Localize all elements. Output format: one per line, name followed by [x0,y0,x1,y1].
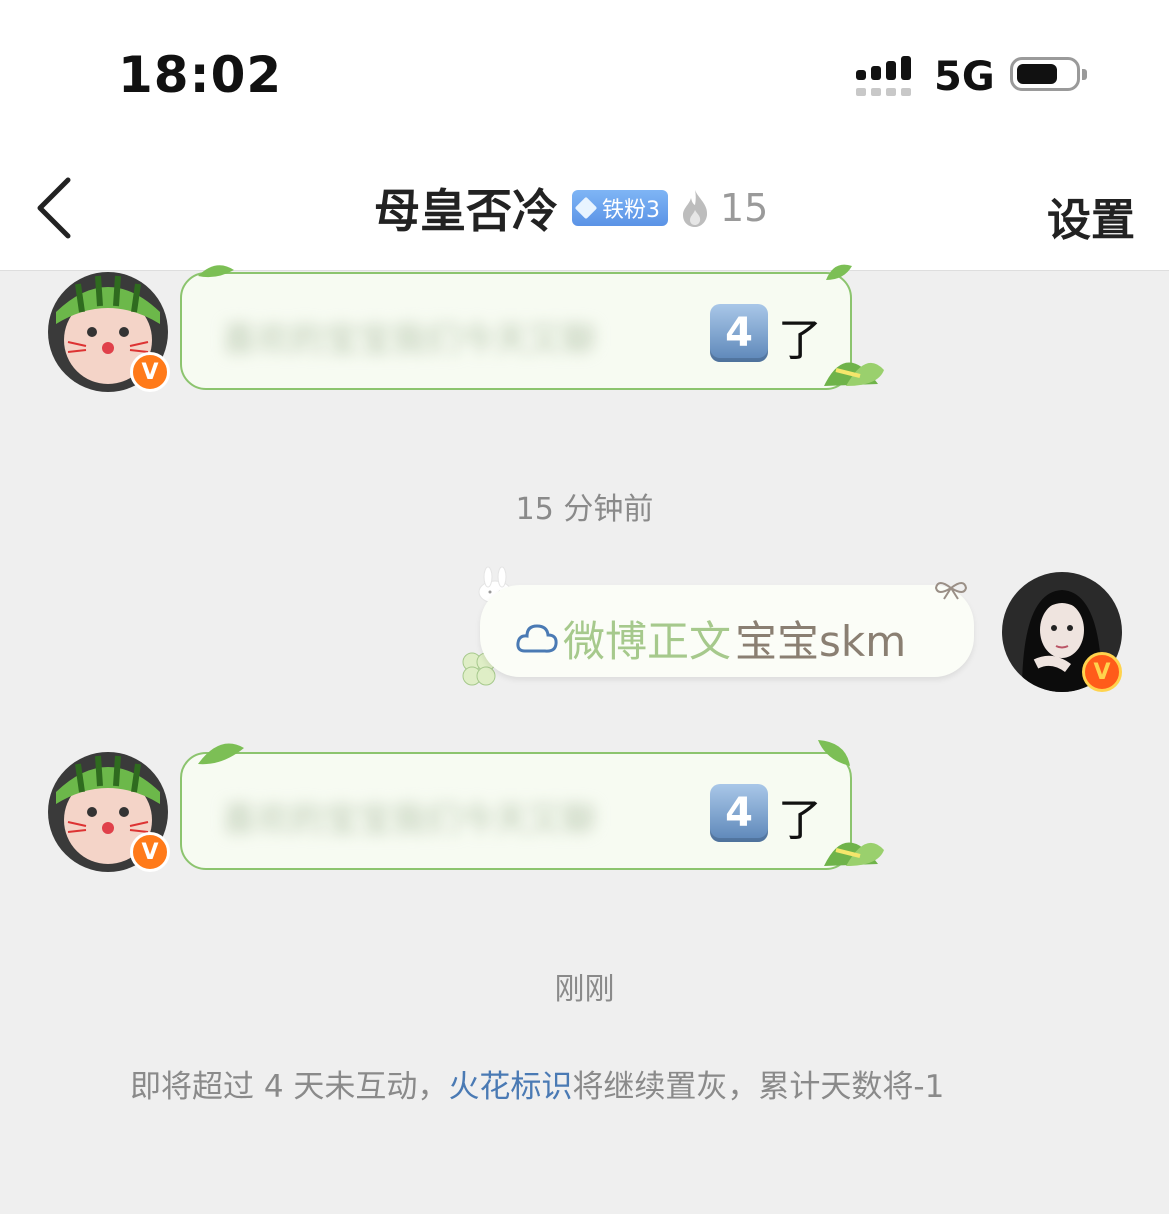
status-time: 18:02 [118,46,283,104]
status-bar: 18:02 5G [0,0,1169,140]
network-type: 5G [934,54,995,100]
battery-icon [1010,57,1087,91]
leaf-icon [826,264,852,280]
keycap-emoji: 4 [710,304,768,362]
zongzi-icon [824,362,884,386]
avatar-self[interactable]: V [1002,572,1122,692]
chat-header: 母皇否冷 铁粉3 15 设置 [0,140,1169,271]
zongzi-icon [824,842,884,866]
weibo-link-icon [516,623,558,653]
spark-count: 15 [720,186,769,230]
title-row: 母皇否冷 铁粉3 15 [374,178,768,238]
avatar-contact[interactable]: V [48,272,170,392]
notice-text: 将继续置灰，累计天数将-1 [572,1069,945,1105]
cellular-signal-icon [856,56,916,96]
link-text[interactable]: 微博正文 [563,608,731,669]
flame-icon[interactable] [680,188,710,228]
settings-button[interactable]: 设置 [1047,184,1135,248]
message-bubble[interactable]: 喜欢的宝宝我们今天又聊 4 了 [180,752,852,870]
leaf-icon [198,743,244,765]
spark-mark-link[interactable]: 火花标识 [448,1069,572,1105]
verified-badge-icon: V [130,832,170,872]
back-button[interactable] [30,172,90,242]
timestamp: 15 分钟前 [515,492,654,527]
timestamp: 刚刚 [554,972,615,1007]
message-content: 微博正文 宝宝skm [515,608,906,669]
verified-badge-icon: V [130,352,170,392]
fan-badge-label: 铁粉3 [602,198,660,223]
system-notice: 即将超过 4 天未互动，火花标识将继续置灰，累计天数将-1 [130,1058,1050,1116]
chat-title[interactable]: 母皇否冷 [374,175,558,241]
message-bubble[interactable]: 喜欢的宝宝我们今天又聊 4 了 [180,272,852,390]
keycap-emoji: 4 [710,784,768,842]
blurred-message-text: 喜欢的宝宝我们今天又聊 [222,800,596,840]
message-text: 宝宝skm [735,617,907,666]
fan-level-badge[interactable]: 铁粉3 [572,190,668,226]
leaf-icon [198,265,234,278]
blurred-message-text: 喜欢的宝宝我们今天又聊 [222,320,596,360]
bow-icon [934,582,968,600]
avatar-contact[interactable]: V [48,752,170,872]
diamond-icon [574,196,598,220]
verified-badge-icon: V [1082,652,1122,692]
chevron-left-icon [37,177,71,239]
notice-text: 即将超过 4 天未互动， [130,1069,449,1105]
leaf-icon [818,740,850,766]
